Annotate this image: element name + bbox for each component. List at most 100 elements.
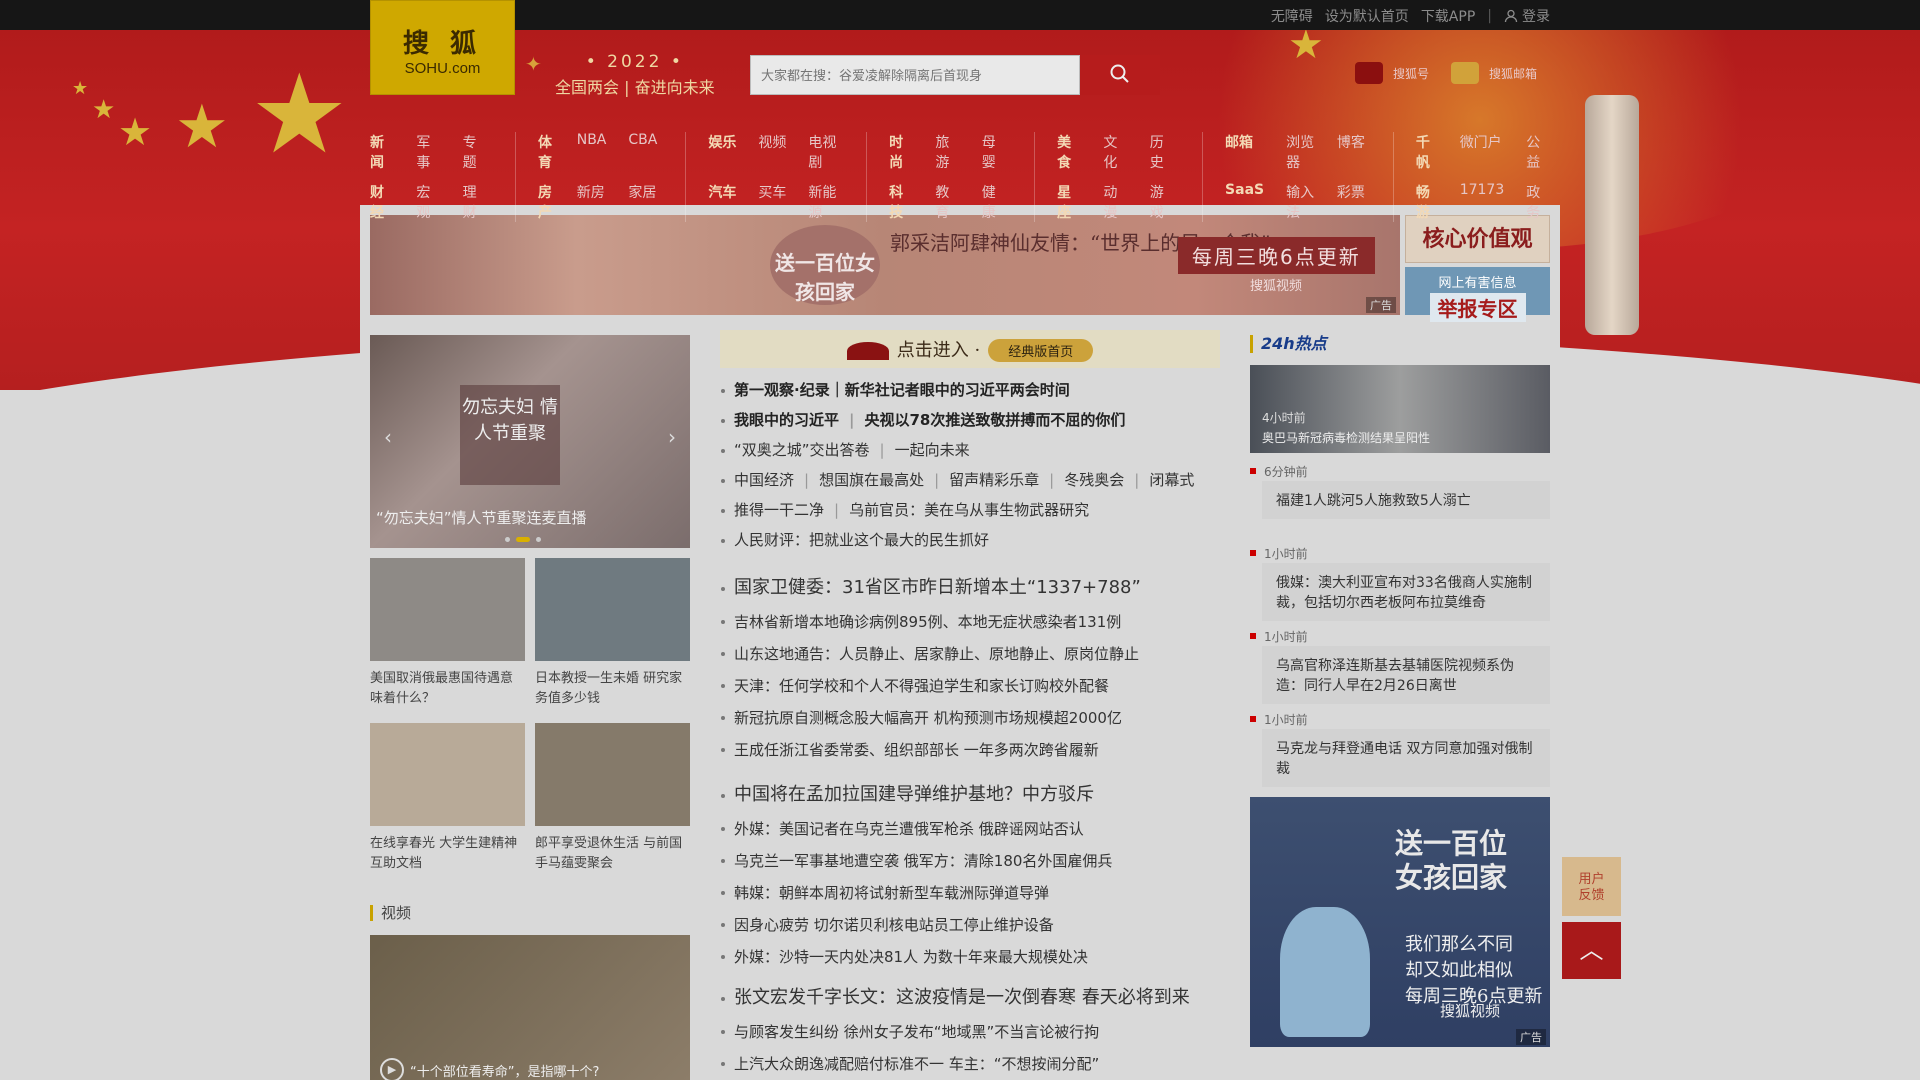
nav-link[interactable]: 微门户: [1460, 132, 1505, 172]
nav-link[interactable]: 畅游: [1416, 182, 1438, 222]
news-link[interactable]: 外媒：沙特一天内处决81人 为数十年来最大规模处决: [734, 948, 1088, 966]
carousel-dot[interactable]: [536, 537, 541, 542]
thumb-card[interactable]: 日本教授一生未婚 研究家务值多少钱: [535, 558, 690, 709]
nav-link[interactable]: 家居: [628, 182, 657, 222]
image-carousel[interactable]: 勿忘夫妇 情人节重聚 ‹ › “勿忘夫妇”情人节重聚连麦直播: [370, 335, 690, 548]
top-banner-ad[interactable]: 送一百位女孩回家 郭采洁阿肆神仙友情：“世界上的另一个我” 每周三晚6点更新 搜…: [370, 215, 1400, 315]
carousel-dot-active[interactable]: [516, 537, 530, 542]
nav-link[interactable]: 博客: [1337, 132, 1365, 172]
login-link[interactable]: 登录: [1504, 6, 1550, 26]
hot-item[interactable]: 1小时前 马克龙与拜登通电话 双方同意加强对俄制裁: [1250, 711, 1550, 787]
nav-link[interactable]: 输入法: [1286, 182, 1315, 222]
nav-link[interactable]: 旅游: [935, 132, 959, 172]
nav-link[interactable]: 政务: [1526, 182, 1548, 222]
news-link[interactable]: 闭幕式: [1149, 471, 1194, 489]
hot-item[interactable]: 6分钟前 福建1人跳河5人施救致5人溺亡: [1250, 463, 1550, 519]
news-link[interactable]: 因身心疲劳 切尔诺贝利核电站员工停止维护设备: [734, 916, 1054, 934]
nav-link[interactable]: 新能源: [808, 182, 838, 222]
news-link[interactable]: 外媒：美国记者在乌克兰遭俄军枪杀 俄辟谣网站否认: [734, 820, 1084, 838]
accessibility-link[interactable]: 无障碍: [1271, 6, 1313, 26]
video-card[interactable]: ▶ “十个部位看寿命”，是指哪十个?: [370, 935, 690, 1080]
carousel-prev-icon[interactable]: ‹: [384, 425, 392, 449]
news-link[interactable]: 人民财评：把就业这个最大的民生抓好: [734, 531, 989, 549]
news-link[interactable]: 新冠抗原自测概念股大幅高开 机构预测市场规模超2000亿: [734, 709, 1122, 727]
nav-link[interactable]: 健康: [982, 182, 1006, 222]
download-app-link[interactable]: 下载APP: [1421, 6, 1475, 26]
nav-link[interactable]: 科技: [889, 182, 913, 222]
classic-home-button[interactable]: 经典版首页: [988, 339, 1094, 362]
news-link[interactable]: 与顾客发生纠纷 徐州女子发布“地域黑”不当言论被行拘: [734, 1023, 1099, 1041]
nav-link[interactable]: NBA: [577, 132, 607, 172]
thumb-card[interactable]: 郎平享受退休生活 与前国手马蕴雯聚会: [535, 723, 690, 874]
nav-link[interactable]: 新房: [577, 182, 607, 222]
carousel-next-icon[interactable]: ›: [668, 425, 676, 449]
news-link[interactable]: 乌前官员：美在乌从事生物武器研究: [849, 501, 1089, 519]
nav-link[interactable]: 千帆: [1416, 132, 1438, 172]
classic-entry-bar[interactable]: 点击进入 · 经典版首页: [720, 330, 1220, 368]
nav-link[interactable]: 彩票: [1337, 182, 1365, 222]
nav-link[interactable]: 游戏: [1150, 182, 1174, 222]
sohu-hao-link[interactable]: 搜狐号: [1355, 62, 1429, 84]
feedback-button[interactable]: 用户 反馈: [1562, 857, 1621, 916]
set-homepage-link[interactable]: 设为默认首页: [1325, 6, 1409, 26]
news-link[interactable]: 天津：任何学校和个人不得强迫学生和家长订购校外配餐: [734, 677, 1109, 695]
nav-link[interactable]: 电视剧: [808, 132, 838, 172]
nav-link[interactable]: 新闻: [370, 132, 394, 172]
nav-link[interactable]: 专题: [463, 132, 487, 172]
nav-link[interactable]: 动漫: [1103, 182, 1127, 222]
nav-link[interactable]: 教育: [935, 182, 959, 222]
nav-link[interactable]: 汽车: [708, 182, 736, 222]
news-link[interactable]: 第一观察·纪录｜新华社记者眼中的习近平两会时间: [734, 381, 1070, 399]
news-link[interactable]: 山东这地通告：人员静止、居家静止、原地静止、原岗位静止: [734, 645, 1139, 663]
news-link[interactable]: 吉林省新增本地确诊病例895例、本地无症状感染者131例: [734, 613, 1121, 631]
nav-link[interactable]: 美食: [1057, 132, 1081, 172]
search-input[interactable]: [750, 55, 1080, 95]
news-link[interactable]: 张文宏发千字长文：这波疫情是一次倒春寒 春天必将到来: [734, 987, 1190, 1008]
nav-link[interactable]: 17173: [1460, 182, 1505, 222]
news-link[interactable]: 我眼中的习近平: [734, 411, 839, 429]
news-link[interactable]: 韩媒：朝鲜本周初将试射新型车载洲际弹道导弹: [734, 884, 1049, 902]
nav-link[interactable]: 公益: [1526, 132, 1548, 172]
news-link[interactable]: 中国经济: [734, 471, 794, 489]
nav-link[interactable]: 理财: [463, 182, 487, 222]
nav-link[interactable]: 星座: [1057, 182, 1081, 222]
news-link[interactable]: 王成任浙江省委常委、组织部部长 一年多两次跨省履新: [734, 741, 1099, 759]
nav-link[interactable]: 买车: [758, 182, 786, 222]
news-link[interactable]: 留声精彩乐章: [949, 471, 1039, 489]
nav-link[interactable]: 邮箱: [1225, 132, 1264, 172]
news-link[interactable]: 上汽大众朗逸减配赔付标准不一 车主：“不想按闹分配”: [734, 1055, 1099, 1073]
news-link[interactable]: 国家卫健委：31省区市昨日新增本土“1337+788”: [734, 577, 1141, 598]
nav-link[interactable]: 娱乐: [708, 132, 736, 172]
nav-link[interactable]: 财经: [370, 182, 394, 222]
news-link[interactable]: 冬残奥会: [1064, 471, 1124, 489]
news-link[interactable]: 央视以78次推送致敬拼搏而不屈的你们: [865, 411, 1126, 429]
back-to-top-button[interactable]: ︿: [1562, 922, 1621, 979]
nav-link[interactable]: 军事: [416, 132, 440, 172]
report-zone-ad[interactable]: 网上有害信息 举报专区: [1405, 267, 1550, 322]
nav-link[interactable]: 母婴: [982, 132, 1006, 172]
news-link[interactable]: 推得一干二净: [734, 501, 824, 519]
core-values-ad[interactable]: 核心价值观: [1405, 215, 1550, 263]
news-link[interactable]: 想国旗在最高处: [819, 471, 924, 489]
nav-link[interactable]: CBA: [628, 132, 657, 172]
right-ad[interactable]: 送一百位 女孩回家 我们那么不同 却又如此相似 每周三晚6点更新 搜狐视频 广告: [1250, 797, 1550, 1047]
nav-link[interactable]: 宏观: [416, 182, 440, 222]
nav-link[interactable]: 文化: [1103, 132, 1127, 172]
nav-link[interactable]: 浏览器: [1286, 132, 1315, 172]
nav-link[interactable]: SaaS: [1225, 182, 1264, 222]
news-link[interactable]: 乌克兰一军事基地遭空袭 俄军方：清除180名外国雇佣兵: [734, 852, 1112, 870]
hot-item[interactable]: 1小时前 俄媒：澳大利亚宣布对33名俄商人实施制裁，包括切尔西老板阿布拉莫维奇: [1250, 545, 1550, 621]
sohu-logo[interactable]: 搜 狐 SOHU.com: [370, 0, 515, 95]
nav-link[interactable]: 视频: [758, 132, 786, 172]
thumb-card[interactable]: 美国取消俄最惠国待遇意味着什么？: [370, 558, 525, 709]
news-link[interactable]: 一起向未来: [895, 441, 970, 459]
carousel-dot[interactable]: [505, 537, 510, 542]
nav-link[interactable]: 历史: [1150, 132, 1174, 172]
nav-link[interactable]: 时尚: [889, 132, 913, 172]
search-button[interactable]: [1080, 55, 1160, 95]
nav-link[interactable]: 体育: [538, 132, 555, 172]
news-link[interactable]: 中国将在孟加拉国建导弹维护基地？中方驳斥: [734, 784, 1094, 805]
hot-top-card[interactable]: 4小时前 奥巴马新冠病毒检测结果呈阳性: [1250, 365, 1550, 453]
play-icon[interactable]: ▶: [380, 1058, 404, 1080]
sohu-mail-link[interactable]: 搜狐邮箱: [1451, 62, 1537, 84]
